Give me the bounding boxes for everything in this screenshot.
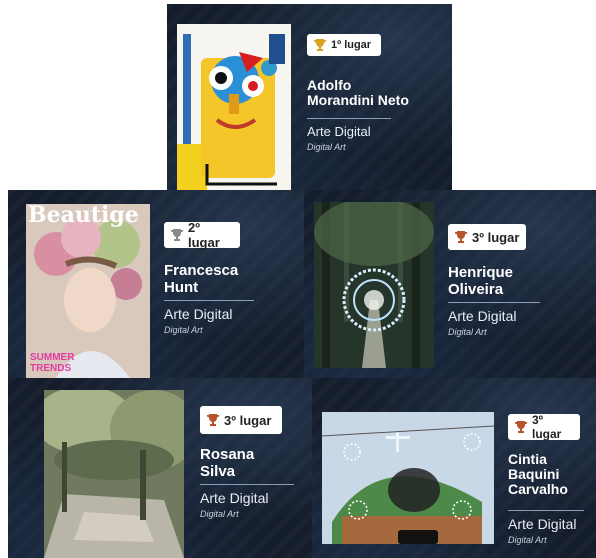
magazine-title: Beautige: [28, 204, 139, 228]
category-label: Arte Digital: [307, 124, 371, 139]
winner-name-line2: Oliveira: [448, 281, 504, 298]
winner-name: Francesca Hunt: [164, 262, 238, 296]
category-english-label: Digital Art: [508, 535, 547, 545]
category-label: Arte Digital: [448, 308, 517, 324]
winner-name-line1: Francesca: [164, 262, 239, 279]
place-badge: 3º lugar: [448, 224, 526, 250]
trophy-icon: [314, 39, 327, 51]
winner-name-line1: Rosana: [200, 446, 255, 463]
divider: [307, 118, 391, 119]
category-label: Arte Digital: [508, 516, 577, 532]
trophy-icon: [455, 231, 468, 243]
award-card-5: 3º lugar Cintia Baquini Carvalho Arte Di…: [312, 378, 596, 558]
trophy-icon: [207, 414, 220, 426]
divider: [200, 484, 294, 485]
award-card-2: Beautige SUMMER TRENDS 2º lugar Francesc…: [8, 190, 304, 378]
place-badge: 2º lugar: [164, 220, 240, 250]
place-badge: 3º lugar: [508, 413, 580, 441]
winner-name-line1: Cintia: [508, 451, 547, 467]
trophy-icon: [171, 229, 184, 241]
winner-name-line2: Hunt: [164, 279, 199, 296]
divider: [164, 300, 254, 301]
winner-name: Rosana Silva: [200, 446, 254, 480]
divider: [448, 302, 540, 303]
winner-name: Cintia Baquini Carvalho: [508, 452, 568, 497]
artwork-forest-path[interactable]: [44, 390, 184, 558]
winner-name-line2: Morandini Neto: [307, 92, 409, 108]
winner-name: Adolfo Morandini Neto: [307, 78, 409, 108]
award-card-3: 3º lugar Henrique Oliveira Arte Digital …: [304, 190, 596, 378]
place-label: 3º lugar: [472, 229, 520, 245]
category-english-label: Digital Art: [448, 327, 487, 337]
trophy-icon: [515, 421, 528, 433]
place-badge: 3º lugar: [200, 406, 282, 434]
place-label: 3º lugar: [532, 413, 562, 441]
artwork-abstract-face[interactable]: [177, 24, 291, 190]
place-label: 3º lugar: [224, 412, 272, 428]
artwork-christ-redeemer-drawing[interactable]: [322, 412, 494, 544]
winner-name-line2: Baquini: [508, 466, 560, 482]
artwork-christ-redeemer-image: [322, 412, 494, 544]
magazine-subtitle: SUMMER TRENDS: [30, 352, 75, 374]
place-label: 1º lugar: [331, 39, 372, 51]
winner-name: Henrique Oliveira: [448, 264, 513, 298]
divider: [508, 510, 584, 511]
artwork-forest-path-image: [44, 390, 184, 558]
winner-name-line3: Carvalho: [508, 481, 568, 497]
place-badge: 1º lugar: [307, 34, 381, 56]
award-card-4: 3º lugar Rosana Silva Arte Digital Digit…: [8, 378, 312, 558]
artwork-forest-portal-image: [314, 202, 434, 368]
category-label: Arte Digital: [164, 306, 233, 322]
place-label: 2º lugar: [188, 220, 220, 250]
category-english-label: Digital Art: [164, 325, 203, 335]
artwork-forest-portal[interactable]: [314, 202, 434, 368]
winner-name-line1: Henrique: [448, 264, 514, 281]
category-english-label: Digital Art: [307, 142, 346, 152]
award-card-1: 1º lugar Adolfo Morandini Neto Arte Digi…: [167, 4, 452, 190]
category-label: Arte Digital: [200, 490, 269, 506]
winner-name-line1: Adolfo: [307, 77, 352, 93]
category-english-label: Digital Art: [200, 509, 239, 519]
artwork-magazine-cover[interactable]: Beautige SUMMER TRENDS: [26, 204, 150, 378]
artwork-abstract-face-image: [177, 24, 291, 190]
winner-name-line2: Silva: [200, 463, 236, 480]
